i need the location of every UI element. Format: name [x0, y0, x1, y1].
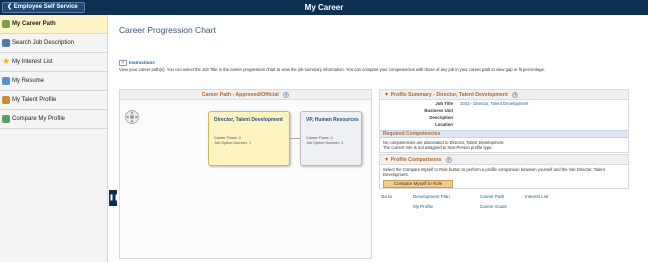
search-job-icon — [2, 39, 10, 47]
profile-comparisons-text: Select the Compare Myself to Role button… — [383, 167, 605, 177]
profile-summary-panel: ▼ Profile Summary - Director, Talent Dev… — [379, 89, 629, 153]
profile-summary-title: Profile Summary - Director, Talent Devel… — [390, 92, 508, 98]
link-career-path[interactable]: Career Path — [480, 194, 504, 199]
sidebar-item-search-job-description[interactable]: Search Job Description — [0, 34, 107, 53]
link-career-goals[interactable]: Career Goals — [480, 204, 507, 209]
career-path-icon — [2, 20, 10, 28]
talent-profile-icon — [2, 96, 10, 104]
sidebar-item-label: Compare My Profile — [12, 116, 66, 122]
career-path-header: Career Path - Approved/Official ? — [120, 90, 371, 100]
required-competencies-header: Required Competencies — [380, 130, 628, 138]
profile-comparisons-header[interactable]: ▼ Profile Comparisons ? — [380, 155, 628, 165]
compare-myself-to-role-button[interactable]: Compare Myself to Role — [383, 180, 453, 188]
sidebar-item-label: Search Job Description — [12, 40, 75, 46]
sidebar-item-label: My Interest List — [12, 59, 53, 65]
sidebar-item-my-career-path[interactable]: My Career Path — [0, 15, 107, 34]
sidebar-item-my-resume[interactable]: My Resume — [0, 72, 107, 91]
instructions-link[interactable]: Instructions — [129, 60, 155, 65]
career-path-title: Career Path - Approved/Official — [201, 92, 279, 98]
card-connector — [290, 138, 300, 139]
summary-label: Location — [435, 122, 453, 127]
sidebar-item-label: My Career Path — [12, 21, 56, 27]
summary-label: Job Title — [435, 101, 453, 106]
page-title: My Career — [304, 3, 344, 12]
page-heading: Career Progression Chart — [119, 25, 216, 35]
profile-comparisons-title: Profile Comparisons — [390, 157, 442, 163]
help-icon[interactable]: ? — [445, 156, 452, 163]
help-icon[interactable]: ? — [283, 91, 290, 98]
star-icon: ★ — [2, 56, 11, 66]
summary-row-business-unit: Business Unit — [380, 107, 628, 114]
top-bar: ❮ Employee Self Service My Career — [0, 0, 648, 15]
collapse-triangle-icon: ▼ — [384, 157, 390, 163]
pan-navigation-icon[interactable] — [125, 110, 139, 124]
profile-summary-header[interactable]: ▼ Profile Summary - Director, Talent Dev… — [380, 90, 628, 100]
required-competencies-text: No competencies are associated to Direct… — [380, 138, 628, 152]
summary-row-description: Description — [380, 114, 628, 121]
profile-comparisons-panel: ▼ Profile Comparisons ? Select the Compa… — [379, 154, 629, 189]
link-development-plan[interactable]: Development Plan — [413, 194, 450, 199]
sidebar-item-compare-my-profile[interactable]: Compare My Profile — [0, 110, 107, 129]
summary-row-job-title: Job Title 3343 - Director, Talent Develo… — [380, 100, 628, 107]
expand-instructions-toggle[interactable]: ˅ — [119, 60, 127, 66]
career-card-next[interactable]: VP, Human Resources Career Flows: 0 Job … — [300, 111, 362, 166]
summary-label: Business Unit — [424, 108, 453, 113]
summary-value: 3343 - Director, Talent Development — [460, 101, 529, 106]
help-icon[interactable]: ? — [512, 91, 519, 98]
main-content: Career Progression Chart ˅ Instructions … — [117, 15, 648, 262]
goto-label: Go to — [381, 194, 393, 199]
sidebar-item-my-interest-list[interactable]: ★ My Interest List — [0, 53, 107, 72]
resume-icon — [2, 77, 10, 85]
card-career-flows: Career Flows: 0 — [306, 136, 333, 140]
link-interest-list[interactable]: Interest List — [525, 194, 548, 199]
card-job-option: Job Option Number: 1 — [214, 141, 252, 145]
career-path-panel: Career Path - Approved/Official ? Direct… — [119, 89, 372, 259]
card-job-option: Job Option Number: 1 — [306, 141, 344, 145]
link-my-profile[interactable]: My Profile — [413, 204, 433, 209]
card-title[interactable]: VP, Human Resources — [306, 117, 359, 123]
sidebar: My Career Path Search Job Description ★ … — [0, 15, 108, 262]
career-card-current[interactable]: Director, Talent Development Career Flow… — [208, 111, 290, 166]
summary-label: Description — [429, 115, 453, 120]
collapse-triangle-icon: ▼ — [384, 92, 390, 98]
required-text-line: The current role is not assigned to Non-… — [383, 145, 493, 150]
summary-row-location: Location — [380, 121, 628, 128]
sidebar-item-my-talent-profile[interactable]: My Talent Profile — [0, 91, 107, 110]
compare-icon — [2, 115, 10, 123]
card-career-flows: Career Flows: 0 — [214, 136, 241, 140]
sidebar-item-label: My Resume — [12, 78, 45, 84]
instructions-text: View your career path(s). You can select… — [119, 67, 546, 72]
collapse-sidebar-handle[interactable]: ❚❚ — [109, 190, 119, 206]
sidebar-item-label: My Talent Profile — [12, 97, 57, 103]
card-title[interactable]: Director, Talent Development — [214, 117, 283, 123]
